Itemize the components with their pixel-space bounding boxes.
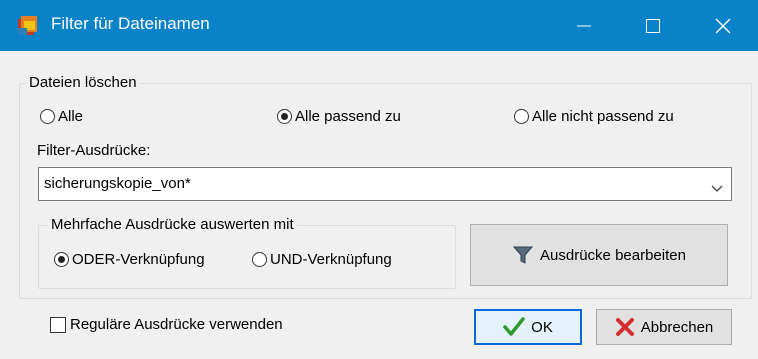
minimize-button[interactable]	[555, 0, 613, 51]
ok-button[interactable]: OK	[474, 309, 582, 345]
use-regex-box[interactable]	[50, 316, 66, 333]
filter-expressions-value: sicherungskopie_von*	[44, 175, 191, 192]
radio-all-matching-label: Alle passend zu	[295, 108, 401, 125]
delete-files-legend: Dateien löschen	[26, 74, 140, 91]
ok-label: OK	[531, 318, 553, 336]
minimize-icon	[577, 25, 591, 27]
cancel-label: Abbrechen	[640, 318, 714, 336]
radio-all-matching-circle[interactable]	[277, 109, 292, 124]
chevron-down-icon[interactable]	[711, 180, 723, 197]
edit-expressions-button[interactable]: Ausdrücke bearbeiten	[470, 224, 728, 286]
close-icon	[715, 18, 731, 34]
checkmark-icon	[503, 317, 525, 337]
app-icon	[16, 14, 40, 38]
close-button[interactable]	[694, 0, 752, 51]
radio-or-link-label: ODER-Verknüpfung	[72, 251, 205, 268]
filter-expressions-combobox[interactable]: sicherungskopie_von*	[38, 167, 732, 201]
radio-all-matching[interactable]: Alle passend zu	[277, 108, 401, 125]
use-regex-checkbox[interactable]: Reguläre Ausdrücke verwenden	[50, 316, 283, 333]
radio-all-circle[interactable]	[40, 109, 55, 124]
red-x-icon	[615, 317, 635, 337]
radio-all-not-matching[interactable]: Alle nicht passend zu	[514, 108, 674, 125]
edit-expressions-label: Ausdrücke bearbeiten	[540, 246, 686, 264]
radio-or-link[interactable]: ODER-Verknüpfung	[54, 251, 205, 268]
funnel-icon	[512, 244, 534, 266]
radio-all-label: Alle	[58, 108, 84, 125]
use-regex-label: Reguläre Ausdrücke verwenden	[70, 316, 283, 333]
cancel-button[interactable]: Abbrechen	[596, 309, 732, 345]
radio-and-link-circle[interactable]	[252, 252, 267, 267]
radio-all-not-matching-circle[interactable]	[514, 109, 529, 124]
title-bar[interactable]: Filter für Dateinamen	[0, 0, 758, 51]
filter-expressions-label: Filter-Ausdrücke:	[37, 142, 151, 159]
maximize-icon	[646, 19, 660, 33]
radio-and-link[interactable]: UND-Verknüpfung	[252, 251, 392, 268]
radio-all-not-matching-label: Alle nicht passend zu	[532, 108, 674, 125]
radio-or-link-circle[interactable]	[54, 252, 69, 267]
filter-dialog: Filter für Dateinamen Dateien löschen Al…	[0, 0, 758, 359]
evaluate-multiple-legend: Mehrfache Ausdrücke auswerten mit	[48, 216, 297, 233]
maximize-button[interactable]	[624, 0, 682, 51]
radio-and-link-label: UND-Verknüpfung	[270, 251, 392, 268]
window-title: Filter für Dateinamen	[51, 14, 210, 33]
radio-all[interactable]: Alle	[40, 108, 83, 125]
